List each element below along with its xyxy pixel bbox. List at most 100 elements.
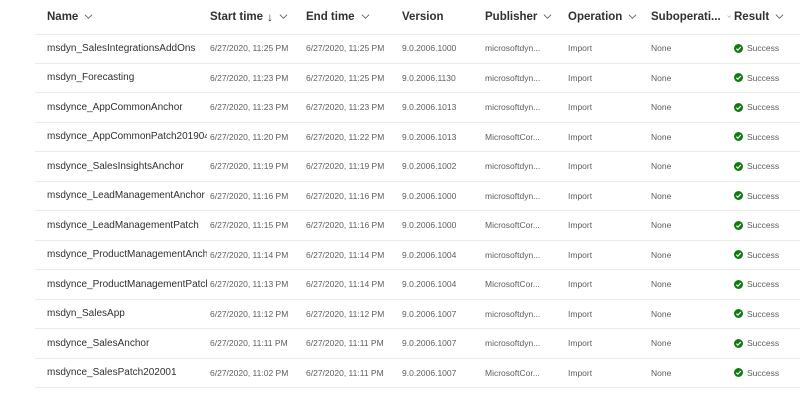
result-label: Success: [747, 161, 780, 172]
chevron-down-icon: [279, 13, 288, 19]
cell-result: Success: [734, 182, 800, 211]
cell-version: 9.0.2006.1130: [402, 72, 456, 83]
table-row[interactable]: msdyn_SalesApp 6/27/2020, 11:12 PM 6/27/20…: [35, 300, 800, 329]
column-header-name[interactable]: Name: [47, 0, 207, 34]
cell-version: 9.0.2006.1007: [402, 308, 457, 319]
cell-publisher: microsoftdyn...: [485, 161, 541, 172]
result-label: Success: [747, 102, 780, 113]
cell-result: Success: [734, 211, 800, 240]
cell-version: 9.0.2006.1002: [402, 161, 457, 172]
cell-name[interactable]: msdynce_LeadManagementAnchor: [47, 182, 207, 211]
cell-operation: Import: [568, 338, 593, 349]
grid-header-row: Name Start time ↓ End time Version Publi…: [35, 0, 800, 35]
table-row[interactable]: msdyn_Forecasting 6/27/2020, 11:23 PM 6/27…: [35, 64, 800, 93]
column-header-publisher[interactable]: Publisher: [485, 0, 565, 34]
cell-suboperation: None: [651, 43, 672, 54]
table-row[interactable]: msdynce_LeadManagementAnchor 6/27/2020, 1…: [35, 182, 800, 211]
chevron-down-icon: [543, 13, 552, 19]
cell-suboperation: None: [651, 338, 672, 349]
table-row[interactable]: msdynce_ProductManagementPatch 6/27/2020,…: [35, 270, 800, 300]
column-header-name-label: Name: [47, 11, 79, 23]
table-row[interactable]: msdyn_SalesIntegrationsAddOns 6/27/2020, …: [35, 34, 800, 64]
cell-name[interactable]: msdynce_AppCommonAnchor: [47, 93, 207, 122]
cell-operation: Import: [568, 308, 593, 319]
cell-name[interactable]: msdynce_SalesAnchor: [47, 329, 207, 358]
success-check-icon: [734, 250, 743, 260]
result-label: Success: [747, 367, 780, 378]
cell-publisher: MicrosoftCor...: [485, 220, 540, 231]
cell-publisher: microsoftdyn...: [485, 72, 541, 83]
cell-suboperation: None: [651, 190, 672, 201]
cell-name[interactable]: msdynce_SalesInsightsAnchor: [47, 152, 207, 181]
cell-end-time: 6/27/2020, 11:25 PM: [306, 72, 385, 83]
chevron-down-icon: [775, 13, 784, 19]
cell-version: 9.0.2006.1000: [402, 190, 457, 201]
cell-version: 9.0.2006.1004: [402, 279, 457, 290]
chevron-down-icon: [361, 13, 369, 19]
cell-name[interactable]: msdynce_ProductManagementAncho: [47, 241, 207, 270]
column-header-version[interactable]: Version: [402, 0, 482, 34]
cell-result: Success: [734, 270, 800, 299]
success-check-icon: [734, 161, 743, 171]
success-check-icon: [734, 338, 743, 348]
table-row[interactable]: msdynce_SalesInsightsAnchor 6/27/2020, 11…: [35, 152, 800, 182]
cell-version: 9.0.2006.1000: [402, 220, 457, 231]
cell-suboperation: None: [651, 279, 672, 290]
cell-operation: Import: [568, 249, 593, 260]
column-header-end-time-label: End time: [306, 11, 355, 23]
column-header-result[interactable]: Result: [734, 0, 800, 34]
solution-history-grid: Name Start time ↓ End time Version Publi…: [0, 0, 800, 400]
cell-start-time: 6/27/2020, 11:15 PM: [210, 220, 289, 231]
cell-name[interactable]: msdynce_ProductManagementPatch: [47, 270, 207, 299]
cell-start-time: 6/27/2020, 11:02 PM: [210, 367, 289, 378]
success-check-icon: [734, 43, 743, 53]
column-header-operation-label: Operation: [568, 11, 623, 23]
cell-suboperation: None: [651, 72, 672, 83]
column-header-operation[interactable]: Operation: [568, 0, 648, 34]
cell-name[interactable]: msdynce_AppCommonPatch201904: [47, 123, 207, 152]
cell-result: Success: [734, 241, 800, 270]
cell-suboperation: None: [651, 161, 672, 172]
cell-name[interactable]: msdyn_Forecasting: [47, 64, 207, 93]
cell-suboperation: None: [651, 102, 672, 113]
cell-result: Success: [734, 300, 800, 329]
cell-operation: Import: [568, 220, 593, 231]
cell-end-time: 6/27/2020, 11:14 PM: [306, 249, 385, 260]
cell-result: Success: [734, 34, 800, 63]
cell-version: 9.0.2006.1007: [402, 367, 457, 378]
cell-start-time: 6/27/2020, 11:19 PM: [210, 161, 289, 172]
table-row[interactable]: msdynce_LeadManagementPatch 6/27/2020, 11…: [35, 211, 800, 241]
column-header-suboperation[interactable]: Suboperati...: [651, 0, 731, 34]
cell-name[interactable]: msdyn_SalesIntegrationsAddOns: [47, 34, 207, 63]
result-label: Success: [747, 249, 780, 260]
table-row[interactable]: msdynce_AppCommonAnchor 6/27/2020, 11:23 …: [35, 93, 800, 123]
table-row[interactable]: msdynce_ProductManagementAncho 6/27/2020,…: [35, 241, 800, 270]
result-label: Success: [747, 131, 780, 142]
cell-operation: Import: [568, 131, 593, 142]
chevron-down-icon: [726, 14, 731, 18]
cell-publisher: microsoftdyn...: [485, 249, 541, 260]
cell-start-time: 6/27/2020, 11:14 PM: [210, 249, 289, 260]
success-check-icon: [734, 191, 743, 201]
cell-result: Success: [734, 152, 800, 181]
cell-name[interactable]: msdyn_SalesApp: [47, 300, 207, 329]
table-row[interactable]: msdynce_SalesAnchor 6/27/2020, 11:11 PM 6/…: [35, 329, 800, 359]
column-header-result-label: Result: [734, 11, 770, 23]
column-header-start-time[interactable]: Start time ↓: [210, 0, 304, 34]
column-header-end-time[interactable]: End time: [306, 0, 400, 34]
cell-version: 9.0.2006.1013: [402, 131, 457, 142]
result-label: Success: [747, 72, 780, 83]
cell-suboperation: None: [651, 220, 672, 231]
cell-end-time: 6/27/2020, 11:23 PM: [306, 102, 385, 113]
cell-operation: Import: [568, 161, 593, 172]
result-label: Success: [747, 279, 780, 290]
table-row[interactable]: msdynce_SalesPatch202001 6/27/2020, 11:02…: [35, 359, 800, 388]
result-label: Success: [747, 43, 780, 54]
cell-name[interactable]: msdynce_LeadManagementPatch: [47, 211, 207, 240]
cell-end-time: 6/27/2020, 11:14 PM: [306, 279, 385, 290]
column-header-publisher-label: Publisher: [485, 11, 538, 23]
cell-name[interactable]: msdynce_SalesPatch202001: [47, 359, 207, 388]
cell-result: Success: [734, 329, 800, 358]
table-row[interactable]: msdynce_AppCommonPatch201904 6/27/2020, 1…: [35, 123, 800, 152]
cell-publisher: MicrosoftCor...: [485, 367, 540, 378]
